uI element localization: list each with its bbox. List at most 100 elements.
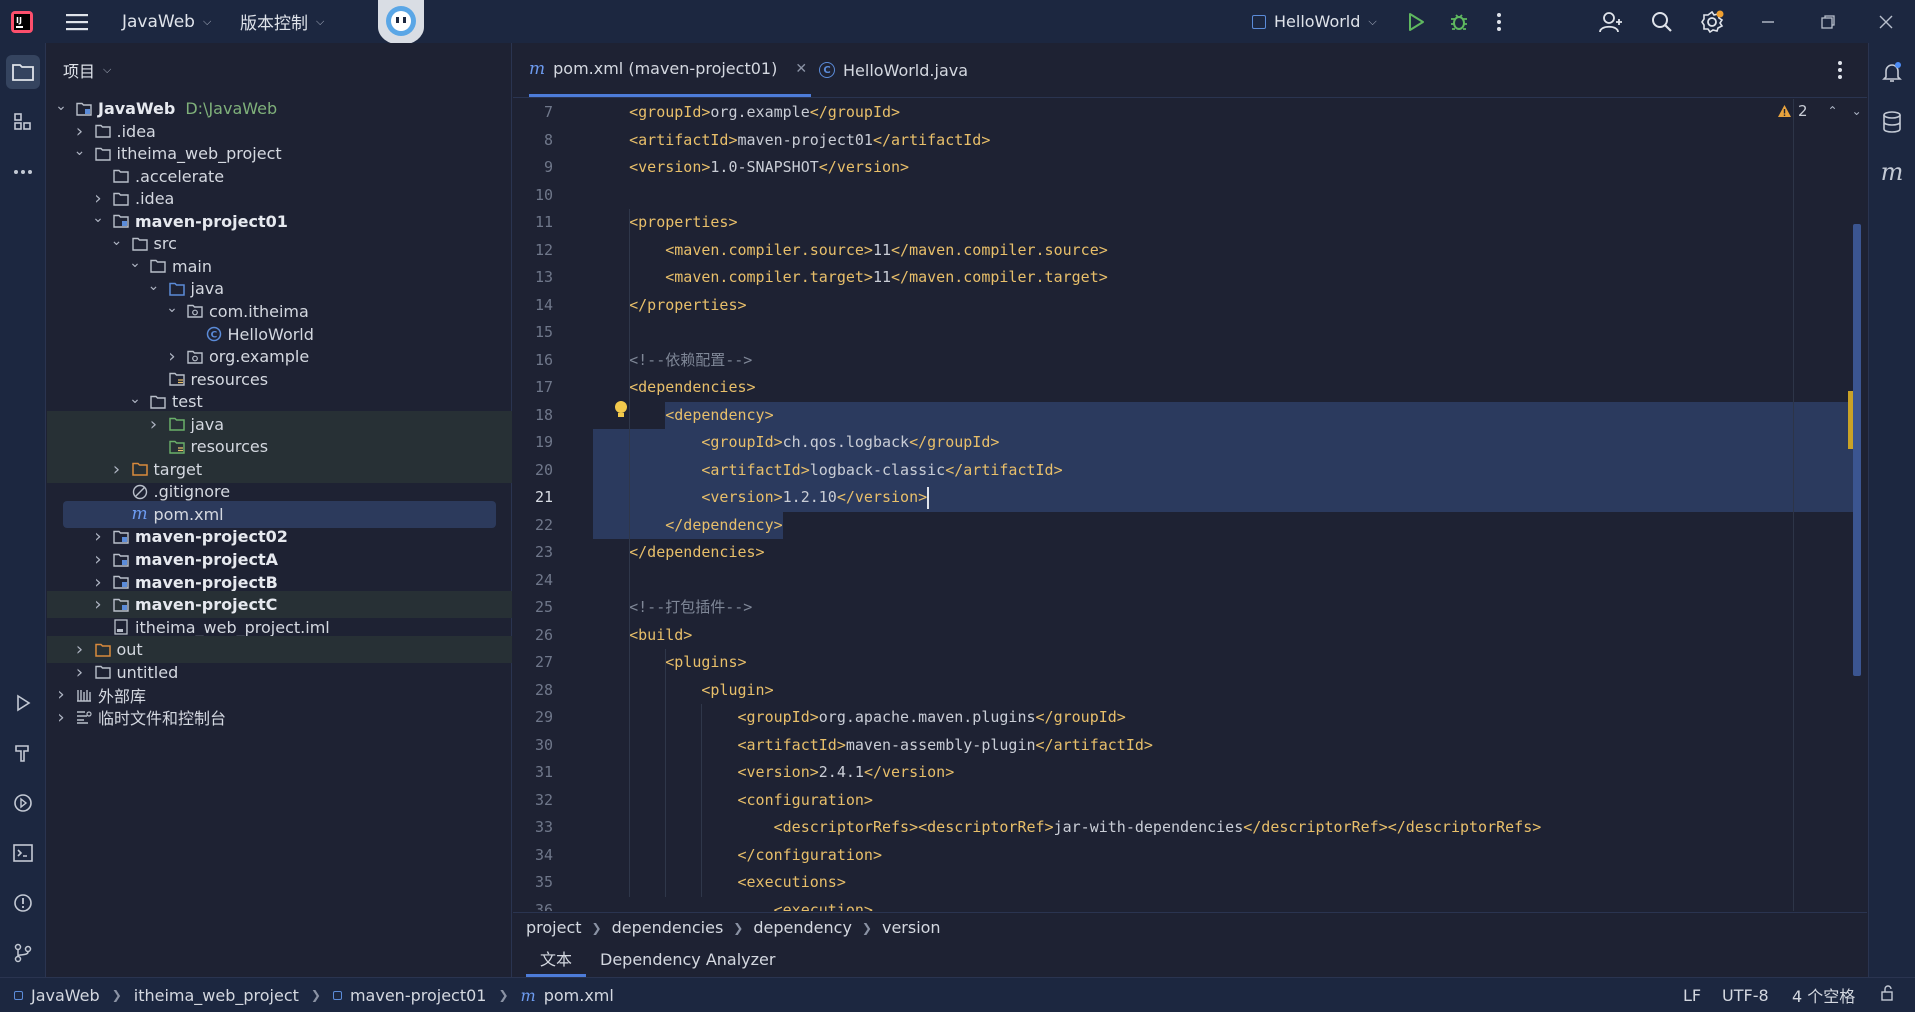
xml-tag: </groupId> xyxy=(1035,708,1126,726)
breadcrumb-project[interactable]: project xyxy=(526,918,582,937)
chevron-down-icon[interactable]: ⌄ xyxy=(146,278,162,294)
title-bar: IJ JavaWeb ⌵ 版本控制 ⌵ HelloWorld ⌵ xyxy=(0,0,1915,45)
xml-comment: <!--打包插件--> xyxy=(629,598,753,616)
close-tab-icon[interactable]: ✕ xyxy=(795,61,807,77)
close-window-icon[interactable] xyxy=(1878,0,1894,43)
line-number: 13 xyxy=(534,268,553,286)
tree-item-label: itheima_web_project xyxy=(116,144,282,164)
chevron-right-icon[interactable]: › xyxy=(109,459,125,480)
line-number: 27 xyxy=(534,653,553,671)
chevron-down-icon[interactable]: ⌄ xyxy=(1852,104,1862,118)
add-user-icon[interactable] xyxy=(1599,0,1623,43)
chevron-right-icon[interactable]: › xyxy=(53,707,69,728)
chevron-down-icon[interactable]: ⌄ xyxy=(127,391,143,407)
status-path-file[interactable]: pom.xml xyxy=(544,986,614,1005)
intention-bulb-icon[interactable] xyxy=(613,400,629,420)
project-tool-folder-icon[interactable] xyxy=(6,55,40,89)
indent-guide xyxy=(665,649,667,897)
project-panel-header[interactable]: 项目 ⌵ xyxy=(47,43,512,97)
tree-item-label: maven-projectC xyxy=(135,595,278,615)
tab-helloworld-java[interactable]: C HelloWorld.java xyxy=(819,43,968,97)
line-separator-indicator[interactable]: LF xyxy=(1683,986,1701,1005)
xml-tag: <groupId> xyxy=(629,103,711,121)
editor-scrollbar-thumb[interactable] xyxy=(1853,224,1861,676)
chevron-down-icon[interactable]: ⌄ xyxy=(90,210,106,226)
chevron-right-icon[interactable]: › xyxy=(90,526,106,547)
settings-gear-icon[interactable] xyxy=(1700,0,1724,43)
restore-icon[interactable] xyxy=(1820,0,1836,43)
tab-dependency-analyzer[interactable]: Dependency Analyzer xyxy=(586,942,789,977)
database-icon[interactable] xyxy=(1875,105,1909,139)
warning-icon xyxy=(1778,105,1791,117)
chevron-down-icon[interactable]: ⌄ xyxy=(127,255,143,271)
breadcrumb-version[interactable]: version xyxy=(882,918,941,937)
run-icon[interactable] xyxy=(1406,0,1426,43)
status-path-root[interactable]: JavaWeb xyxy=(31,986,100,1005)
more-tools-icon[interactable] xyxy=(6,155,40,189)
status-path-module[interactable]: maven-project01 xyxy=(350,986,487,1005)
chevron-right-icon[interactable]: › xyxy=(90,549,106,570)
lock-icon[interactable] xyxy=(1880,985,1896,1005)
module-folder-icon xyxy=(112,529,130,544)
terminal-icon[interactable] xyxy=(6,836,40,870)
status-path-project[interactable]: itheima_web_project xyxy=(134,986,299,1005)
code-line: <properties> xyxy=(593,209,737,237)
indent-indicator[interactable]: 4 个空格 xyxy=(1792,983,1855,1007)
chevron-right-icon[interactable]: › xyxy=(146,414,162,435)
code-editor[interactable]: 7 8 9 10 11 12 13 14 15 16 17 18 19 20 21 22 23 24 25 26 27 2… xyxy=(513,99,1867,911)
chevron-down-icon[interactable]: ⌄ xyxy=(72,143,88,159)
problems-icon[interactable] xyxy=(6,886,40,920)
chevron-right-icon[interactable]: › xyxy=(164,346,180,367)
inspection-widget[interactable]: 2 ⌃ ⌄ xyxy=(1777,102,1862,120)
package-icon xyxy=(186,349,204,364)
xml-tag: <groupId> xyxy=(701,433,783,451)
breadcrumb-dependencies[interactable]: dependencies xyxy=(612,918,724,937)
assistant-avatar-icon[interactable] xyxy=(376,0,426,45)
maven-tool-icon[interactable]: m xyxy=(1875,155,1909,189)
chevron-down-icon[interactable]: ⌄ xyxy=(109,233,125,249)
run-config-icon xyxy=(1252,14,1266,29)
line-number: 24 xyxy=(534,570,553,589)
tab-options-icon[interactable] xyxy=(1837,43,1843,97)
folder-icon xyxy=(94,146,112,161)
editor-tab-bar: m pom.xml (maven-project01) ✕ C HelloWor… xyxy=(513,43,1867,98)
line-number: 16 xyxy=(534,350,553,369)
search-icon[interactable] xyxy=(1651,0,1673,43)
chevron-right-icon[interactable]: › xyxy=(72,639,88,660)
chevron-right-icon[interactable]: › xyxy=(90,594,106,615)
more-actions-icon[interactable] xyxy=(1496,0,1502,43)
chevron-right-icon[interactable]: › xyxy=(72,121,88,142)
xml-comment: <!--依赖配置--> xyxy=(629,350,753,369)
intellij-logo-icon[interactable]: IJ xyxy=(10,0,34,43)
code-line: <groupId>org.apache.maven.plugins</group… xyxy=(593,704,1126,732)
run-config-label: HelloWorld xyxy=(1274,12,1361,31)
chevron-right-icon[interactable]: › xyxy=(90,188,106,209)
gitignore-icon xyxy=(131,484,149,500)
chevron-down-icon[interactable]: ⌄ xyxy=(53,98,69,114)
tab-text-view[interactable]: 文本 xyxy=(526,942,587,977)
structure-icon[interactable] xyxy=(6,105,40,139)
chevron-right-icon[interactable]: › xyxy=(72,662,88,683)
debug-icon[interactable] xyxy=(1448,0,1470,43)
run-tool-icon[interactable] xyxy=(6,686,40,720)
indent-guide xyxy=(629,209,631,897)
vcs-menu[interactable]: 版本控制 ⌵ xyxy=(240,0,324,43)
notifications-bell-icon[interactable] xyxy=(1875,55,1909,89)
run-config-selector[interactable]: HelloWorld ⌵ xyxy=(1252,0,1377,43)
git-icon[interactable] xyxy=(6,936,40,970)
chevron-down-icon[interactable]: ⌄ xyxy=(164,300,180,316)
tree-item-scratches[interactable]: › 临时文件和控制台 xyxy=(47,704,512,731)
chevron-right-icon[interactable]: › xyxy=(90,572,106,593)
tab-pom-xml[interactable]: m pom.xml (maven-project01) ✕ xyxy=(529,43,812,97)
text-caret xyxy=(927,487,930,509)
encoding-indicator[interactable]: UTF-8 xyxy=(1722,986,1769,1005)
chevron-up-icon[interactable]: ⌃ xyxy=(1828,104,1838,118)
project-menu[interactable]: JavaWeb ⌵ xyxy=(122,0,211,43)
chevron-right-icon[interactable]: › xyxy=(53,684,69,705)
minimize-icon[interactable] xyxy=(1760,0,1776,43)
build-hammer-icon[interactable] xyxy=(6,736,40,770)
services-icon[interactable] xyxy=(6,786,40,820)
breadcrumb-dependency[interactable]: dependency xyxy=(753,918,852,937)
xml-tag: </groupId> xyxy=(909,433,1000,451)
main-menu-icon[interactable] xyxy=(66,0,88,43)
